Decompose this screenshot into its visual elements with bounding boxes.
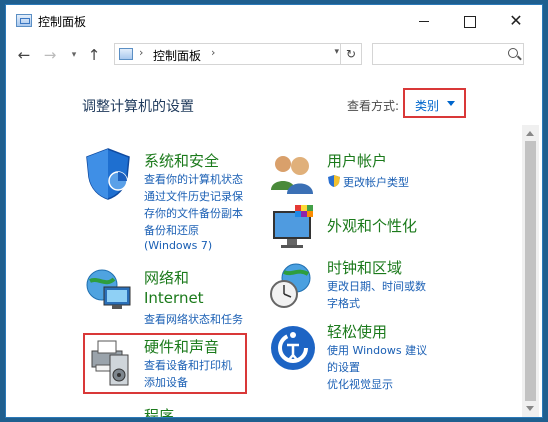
programs-link[interactable]: 程序	[144, 405, 174, 417]
appearance-link[interactable]: 外观和个性化	[327, 215, 417, 236]
system-security-link[interactable]: 系统和安全	[144, 150, 219, 171]
change-account-type-link[interactable]: 更改帐户类型	[343, 174, 409, 190]
maximize-icon	[464, 15, 476, 28]
recommended-settings-link[interactable]: 使用 Windows 建议	[327, 342, 427, 358]
address-row: ← → ▾ ↑ › 控制面板 › ▾ ↻	[6, 41, 542, 71]
up-button[interactable]: ↑	[84, 45, 104, 65]
optimize-visual-display-link[interactable]: 优化视觉显示	[327, 376, 393, 392]
window-title: 控制面板	[38, 15, 87, 29]
recent-locations-button[interactable]: ▾	[64, 45, 84, 65]
file-history-link-line2[interactable]: 存你的文件备份副本	[144, 205, 243, 221]
scroll-up-arrow-icon[interactable]	[526, 131, 534, 136]
user-accounts-link[interactable]: 用户帐户	[327, 150, 387, 171]
view-network-status-link[interactable]: 查看网络状态和任务	[144, 311, 243, 327]
clock-region-link[interactable]: 时钟和区域	[327, 257, 402, 278]
backup-restore-link-line2[interactable]: (Windows 7)	[144, 239, 212, 252]
breadcrumb-separator[interactable]: ›	[139, 46, 143, 59]
backup-restore-link[interactable]: 备份和还原	[144, 222, 199, 238]
view-by-category-dropdown[interactable]: 类别	[403, 88, 466, 118]
scroll-down-arrow-icon[interactable]	[526, 406, 534, 411]
uac-shield-icon	[328, 175, 340, 187]
ease-of-access-icon[interactable]	[268, 323, 318, 373]
search-input[interactable]	[372, 43, 524, 65]
shield-icon[interactable]	[83, 147, 133, 201]
clock-globe-icon[interactable]	[268, 262, 318, 310]
view-by-value[interactable]: 类别	[415, 97, 439, 114]
network-link-line2[interactable]: Internet	[144, 289, 204, 307]
change-date-time-format-link-line2[interactable]: 字格式	[327, 295, 360, 311]
control-panel-window: 控制面板 ✕ ← → ▾ ↑ › 控制面板 › ▾ ↻ 调整计算机的设置 查看方…	[5, 4, 543, 418]
network-globe-icon[interactable]	[84, 267, 134, 313]
vertical-scrollbar[interactable]	[522, 125, 539, 417]
view-by-label: 查看方式:	[347, 99, 400, 113]
page-title: 调整计算机的设置	[82, 99, 194, 115]
search-icon	[508, 48, 518, 58]
users-icon[interactable]	[267, 150, 317, 194]
change-date-time-format-link[interactable]: 更改日期、时间或数	[327, 278, 426, 294]
close-icon: ✕	[509, 11, 523, 30]
control-panel-icon	[119, 48, 133, 60]
scrollbar-thumb[interactable]	[525, 141, 536, 401]
printer-icon[interactable]	[88, 337, 134, 389]
back-button[interactable]: ←	[14, 45, 34, 65]
ease-of-access-link[interactable]: 轻松使用	[327, 321, 387, 342]
file-history-link-line1[interactable]: 通过文件历史记录保	[144, 188, 243, 204]
monitor-palette-icon[interactable]	[269, 201, 319, 251]
control-panel-icon	[16, 14, 32, 27]
network-link-line1[interactable]: 网络和	[144, 267, 189, 288]
breadcrumb-separator[interactable]: ›	[211, 46, 215, 59]
recommended-settings-link-line2[interactable]: 的设置	[327, 359, 360, 375]
title-bar[interactable]: 控制面板 ✕	[6, 5, 542, 37]
breadcrumb-control-panel[interactable]: 控制面板	[153, 47, 201, 64]
address-bar[interactable]: › 控制面板 › ▾ ↻	[114, 43, 362, 65]
hardware-sound-link[interactable]: 硬件和声音	[144, 336, 219, 357]
view-devices-printers-link[interactable]: 查看设备和打印机	[144, 357, 232, 373]
minimize-button[interactable]	[402, 5, 446, 37]
maximize-button[interactable]	[448, 5, 492, 37]
address-dropdown-icon[interactable]: ▾	[334, 47, 339, 57]
refresh-button[interactable]: ↻	[340, 44, 361, 64]
add-device-link[interactable]: 添加设备	[144, 374, 188, 390]
view-computer-status-link[interactable]: 查看你的计算机状态	[144, 171, 243, 187]
minimize-icon	[419, 21, 429, 22]
dropdown-arrow-icon	[447, 101, 455, 106]
close-button[interactable]: ✕	[494, 5, 538, 37]
forward-button[interactable]: →	[40, 45, 60, 65]
